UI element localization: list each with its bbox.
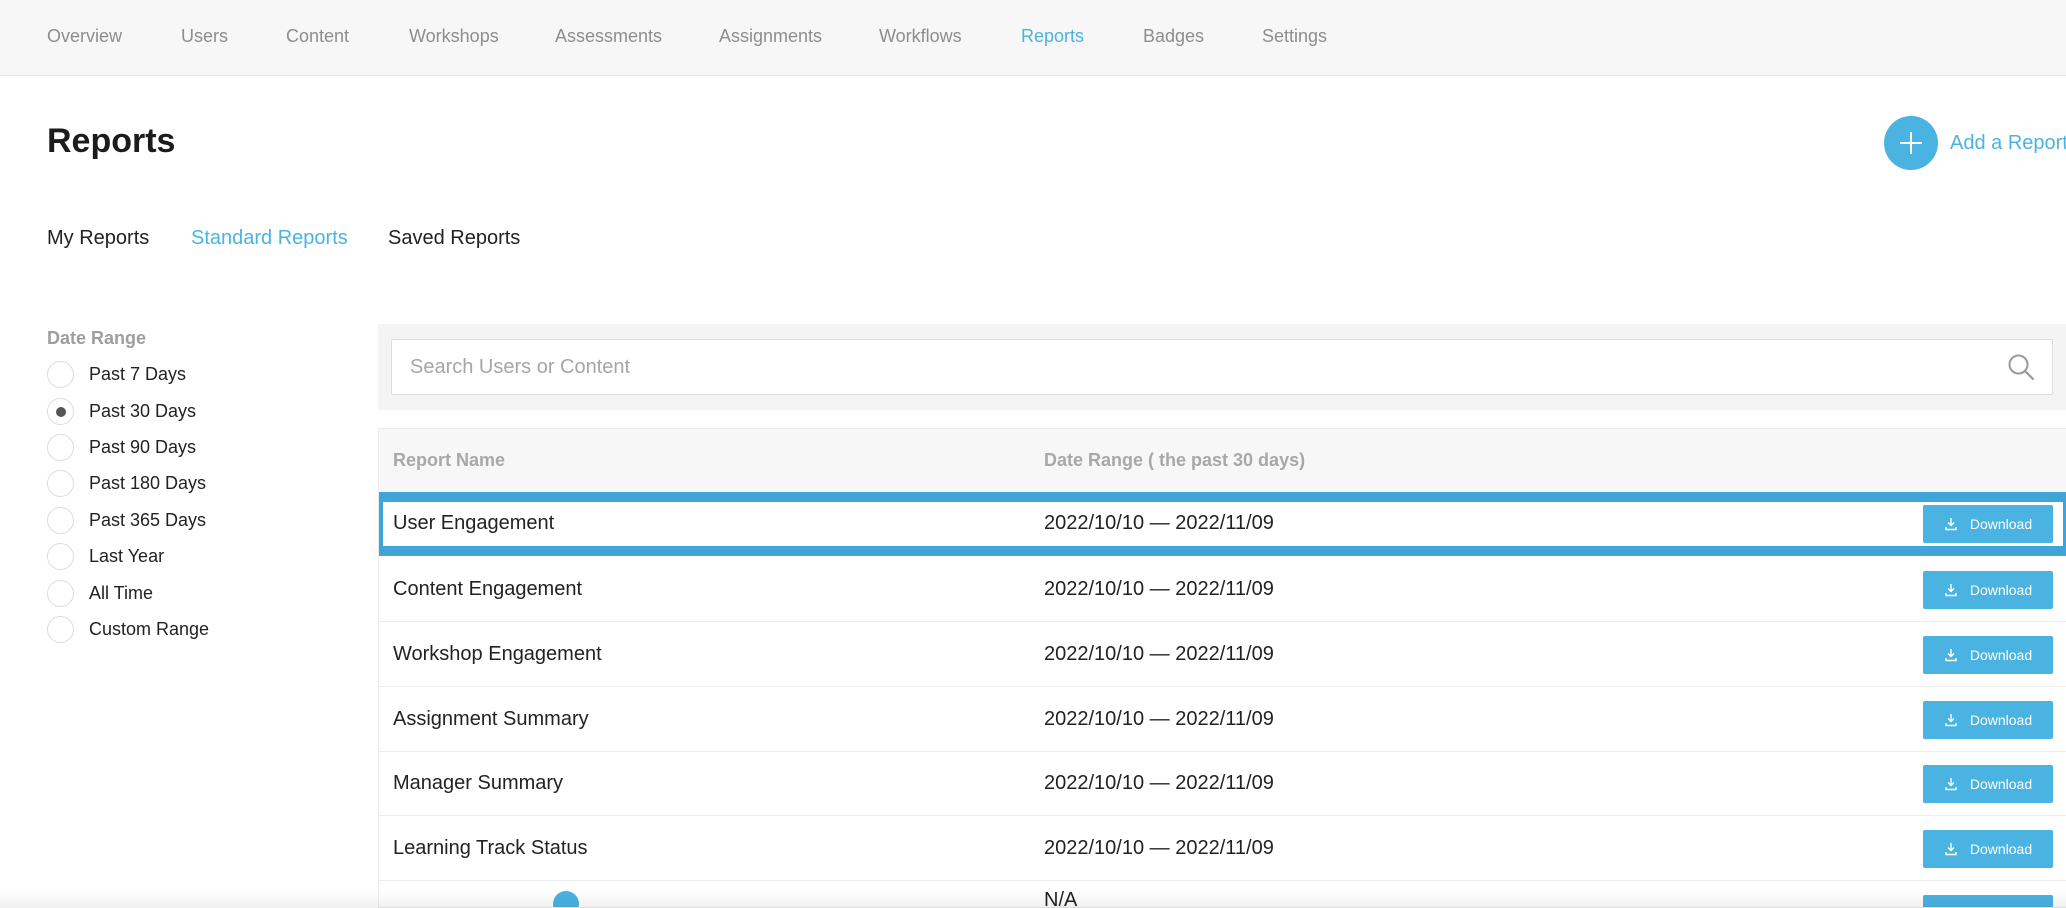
page-title: Reports [47, 122, 176, 160]
table-row[interactable]: User Engagement 2022/10/10 — 2022/11/09 … [379, 492, 2066, 556]
radio-past-90-days[interactable]: Past 90 Days [47, 434, 196, 461]
download-icon [1945, 584, 1957, 597]
table-row[interactable]: Manager Summary 2022/10/10 — 2022/11/09 … [379, 752, 2066, 816]
radio-label[interactable]: Past 7 Days [89, 364, 186, 385]
report-name: Workshop Engagement [393, 643, 602, 665]
add-report-label[interactable]: Add a Report [1950, 132, 2066, 155]
date-range-title: Date Range [47, 328, 147, 348]
nav-item-badges[interactable]: Badges [1143, 26, 1204, 47]
report-date-range: N/A [1044, 889, 1078, 908]
reports-table: Report Name Date Range ( the past 30 day… [378, 428, 2066, 908]
radio-label[interactable]: Past 365 Days [89, 510, 206, 531]
download-icon [1945, 714, 1957, 727]
radio-all-time[interactable]: All Time [47, 580, 153, 607]
nav-item-users[interactable]: Users [181, 26, 228, 47]
radio-past-180-days[interactable]: Past 180 Days [47, 470, 206, 497]
radio-label[interactable]: Past 180 Days [89, 473, 206, 494]
nav-item-reports[interactable]: Reports [1021, 26, 1084, 47]
download-button[interactable]: Download [1923, 636, 2053, 674]
radio-label[interactable]: Past 90 Days [89, 437, 196, 458]
radio-label[interactable]: Custom Range [89, 619, 209, 640]
radio-button[interactable] [47, 361, 74, 388]
radio-last-year[interactable]: Last Year [47, 543, 164, 570]
report-name: Assignment Summary [393, 708, 589, 730]
download-button[interactable]: Download [1923, 765, 2053, 803]
download-label: Download [1969, 776, 2033, 792]
table-row[interactable]: Assignment Summary 2022/10/10 — 2022/11/… [379, 688, 2066, 752]
search-panel [378, 324, 2066, 410]
report-name: Manager Summary [393, 772, 564, 794]
radio-label[interactable]: Last Year [89, 546, 164, 567]
report-date-range: 2022/10/10 — 2022/11/09 [1044, 708, 1274, 730]
radio-button-checked[interactable] [47, 398, 74, 425]
nav-item-workflows[interactable]: Workflows [879, 26, 962, 47]
nav-item-assignments[interactable]: Assignments [719, 26, 822, 47]
download-button[interactable]: Download [1923, 505, 2053, 543]
report-date-range: 2022/10/10 — 2022/11/09 [1044, 512, 1274, 534]
download-label: Download [1969, 516, 2033, 532]
report-name: User Engagement [393, 512, 555, 534]
radio-button[interactable] [47, 543, 74, 570]
column-header-date-range[interactable]: Date Range ( the past 30 days) [1044, 450, 1305, 471]
radio-label[interactable]: All Time [89, 583, 153, 604]
tab-my-reports[interactable]: My Reports [47, 227, 149, 250]
download-label: Download [1969, 582, 2033, 598]
download-icon [1945, 649, 1957, 662]
column-header-report-name[interactable]: Report Name [393, 450, 505, 471]
radio-past-7-days[interactable]: Past 7 Days [47, 361, 186, 388]
radio-past-365-days[interactable]: Past 365 Days [47, 507, 206, 534]
report-date-range: 2022/10/10 — 2022/11/09 [1044, 837, 1274, 859]
radio-button[interactable] [47, 434, 74, 461]
table-header: Report Name Date Range ( the past 30 day… [379, 429, 2066, 491]
radio-button[interactable] [47, 580, 74, 607]
tab-saved-reports[interactable]: Saved Reports [388, 227, 520, 250]
plus-icon[interactable] [1884, 116, 1938, 170]
download-button[interactable]: Download [1923, 571, 2053, 609]
nav-item-workshops[interactable]: Workshops [409, 26, 499, 47]
download-label: Download [1969, 647, 2033, 663]
radio-past-30-days[interactable]: Past 30 Days [47, 398, 196, 425]
add-report-button[interactable]: Add a Report [1884, 116, 2066, 170]
top-navigation: Overview Users Content Workshops Assessm… [0, 0, 2066, 76]
nav-item-content[interactable]: Content [286, 26, 349, 47]
table-row[interactable]: Workshop Engagement 2022/10/10 — 2022/11… [379, 623, 2066, 687]
report-date-range: 2022/10/10 — 2022/11/09 [1044, 578, 1274, 600]
report-name: Learning Track Status [393, 837, 588, 859]
radio-button[interactable] [47, 616, 74, 643]
search-box[interactable] [391, 339, 2053, 395]
tab-standard-reports[interactable]: Standard Reports [191, 227, 348, 250]
download-icon [1945, 518, 1957, 531]
radio-label[interactable]: Past 30 Days [89, 401, 196, 422]
download-button[interactable] [1923, 895, 2053, 907]
download-button[interactable]: Download [1923, 701, 2053, 739]
nav-item-assessments[interactable]: Assessments [555, 26, 662, 47]
nav-item-settings[interactable]: Settings [1262, 26, 1327, 47]
table-row-partial[interactable]: N/A [379, 883, 2066, 908]
report-date-range: 2022/10/10 — 2022/11/09 [1044, 643, 1274, 665]
search-input[interactable] [410, 340, 1970, 394]
download-button[interactable]: Download [1923, 830, 2053, 868]
radio-custom-range[interactable]: Custom Range [47, 616, 209, 643]
table-row[interactable]: Content Engagement 2022/10/10 — 2022/11/… [379, 558, 2066, 622]
report-name: Content Engagement [393, 578, 583, 600]
download-label: Download [1969, 841, 2033, 857]
download-label: Download [1969, 712, 2033, 728]
table-row[interactable]: Learning Track Status 2022/10/10 — 2022/… [379, 817, 2066, 881]
radio-button[interactable] [47, 507, 74, 534]
nav-item-overview[interactable]: Overview [47, 26, 122, 47]
download-icon [1945, 778, 1957, 791]
info-icon[interactable] [553, 891, 579, 907]
radio-button[interactable] [47, 470, 74, 497]
search-icon[interactable] [2006, 352, 2036, 382]
report-date-range: 2022/10/10 — 2022/11/09 [1044, 772, 1274, 794]
download-icon [1945, 843, 1957, 856]
